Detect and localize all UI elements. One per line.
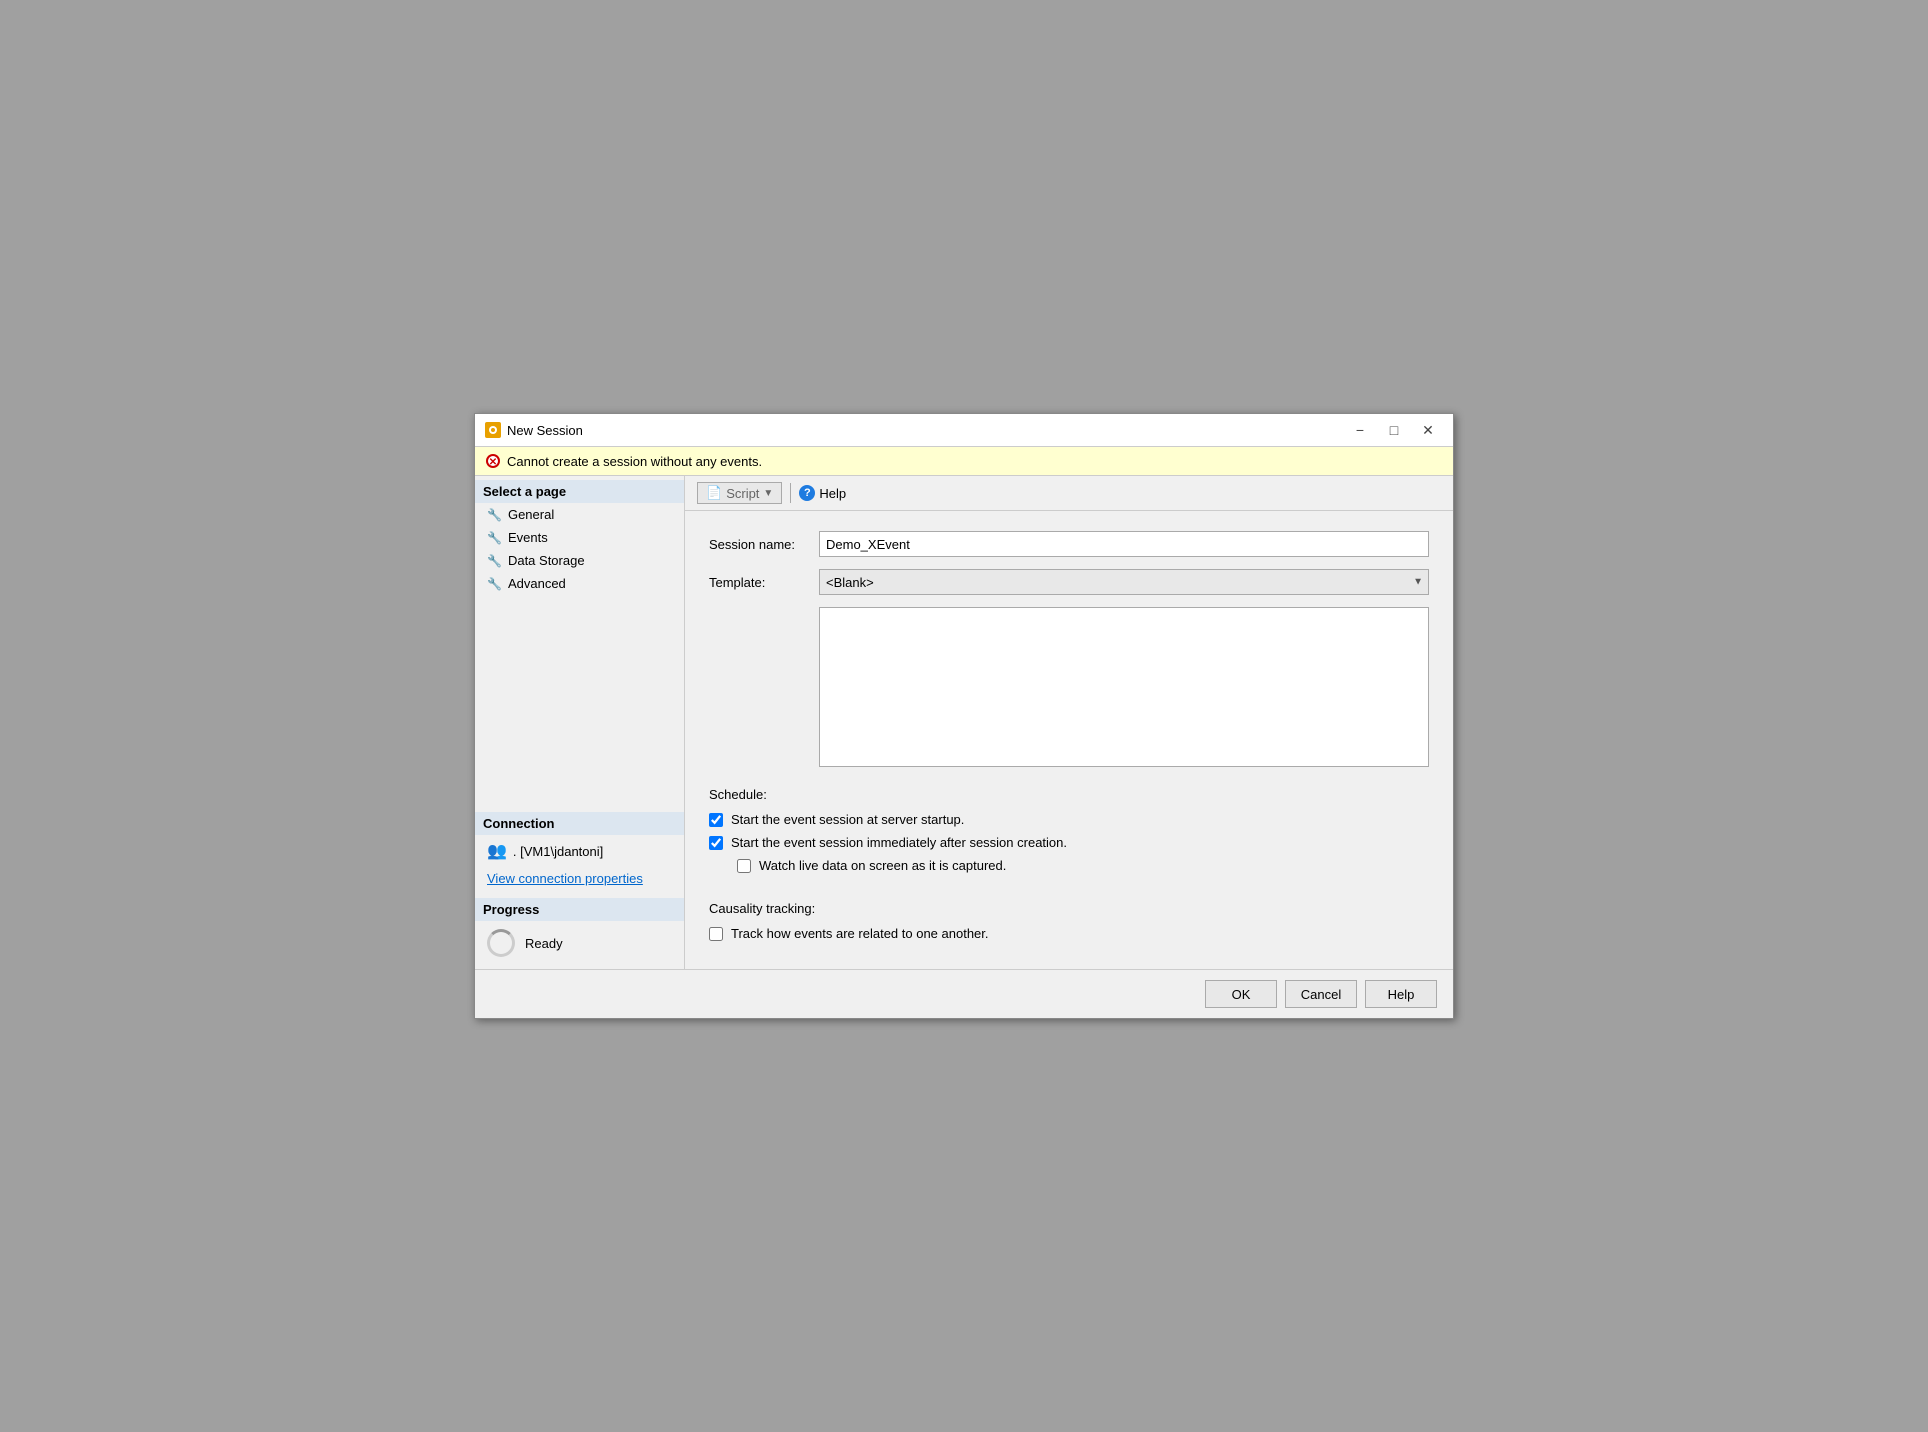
title-bar-controls: − □ ✕ [1345,420,1443,440]
sidebar: Select a page 🔧 General 🔧 Events 🔧 Data … [475,476,685,969]
checkbox-startup-row: Start the event session at server startu… [709,812,1429,827]
select-page-header: Select a page [475,480,684,503]
template-label: Template: [709,575,819,590]
wrench-icon-events: 🔧 [487,531,502,545]
sidebar-item-data-storage[interactable]: 🔧 Data Storage [475,549,684,572]
session-name-label: Session name: [709,537,819,552]
checkbox-startup-label: Start the event session at server startu… [731,812,964,827]
connection-server: . [VM1\jdantoni] [513,844,603,859]
svg-text:✕: ✕ [489,457,497,468]
script-label: Script [726,486,759,501]
minimize-button[interactable]: − [1345,420,1375,440]
checkbox-immediate-row: Start the event session immediately afte… [709,835,1429,850]
main-area: Select a page 🔧 General 🔧 Events 🔧 Data … [475,476,1453,969]
toolbar: 📄 Script ▼ ? Help [685,476,1453,511]
sidebar-item-general[interactable]: 🔧 General [475,503,684,526]
script-icon: 📄 [706,485,722,501]
wrench-icon-datastorage: 🔧 [487,554,502,568]
connection-section: Connection 👥 . [VM1\jdantoni] View conne… [475,808,684,894]
sidebar-label-datastorage: Data Storage [508,553,585,568]
template-select-wrapper: <Blank> ▼ [819,569,1429,595]
template-textarea[interactable] [819,607,1429,767]
app-icon [485,422,501,438]
sidebar-spacer [475,599,684,808]
template-select[interactable]: <Blank> [819,569,1429,595]
progress-section: Progress Ready [475,894,684,969]
sidebar-item-events[interactable]: 🔧 Events [475,526,684,549]
sidebar-label-events: Events [508,530,548,545]
wrench-icon-general: 🔧 [487,508,502,522]
window-title: New Session [507,423,583,438]
title-bar-left: New Session [485,422,583,438]
checkbox-watch[interactable] [737,859,751,873]
connection-item: 👥 . [VM1\jdantoni] [475,835,684,867]
toolbar-divider [790,483,791,503]
wrench-icon-advanced: 🔧 [487,577,502,591]
template-row: Template: <Blank> ▼ [709,569,1429,595]
select-page-section: Select a page 🔧 General 🔧 Events 🔧 Data … [475,476,684,599]
progress-header: Progress [475,898,684,921]
error-icon: ✕ [485,453,501,469]
footer-bar: OK Cancel Help [475,969,1453,1018]
checkbox-watch-row: Watch live data on screen as it is captu… [737,858,1429,873]
error-bar: ✕ Cannot create a session without any ev… [475,447,1453,476]
progress-spinner [487,929,515,957]
progress-status: Ready [525,936,563,951]
help-footer-button[interactable]: Help [1365,980,1437,1008]
sidebar-label-general: General [508,507,554,522]
checkbox-immediate[interactable] [709,836,723,850]
checkbox-track-row: Track how events are related to one anot… [709,926,1429,941]
cancel-button[interactable]: Cancel [1285,980,1357,1008]
connection-icon: 👥 [487,841,507,861]
session-name-input[interactable] [819,531,1429,557]
title-bar: New Session − □ ✕ [475,414,1453,447]
maximize-button[interactable]: □ [1379,420,1409,440]
schedule-label: Schedule: [709,787,1429,802]
connection-header: Connection [475,812,684,835]
sidebar-item-advanced[interactable]: 🔧 Advanced [475,572,684,595]
view-connection-link[interactable]: View connection properties [475,867,684,890]
sidebar-label-advanced: Advanced [508,576,566,591]
template-textarea-row [709,607,1429,767]
checkbox-watch-label: Watch live data on screen as it is captu… [759,858,1006,873]
checkbox-startup[interactable] [709,813,723,827]
progress-item: Ready [475,921,684,965]
help-label: Help [819,486,846,501]
script-dropdown-arrow: ▼ [763,488,773,499]
ok-button[interactable]: OK [1205,980,1277,1008]
checkbox-track-label: Track how events are related to one anot… [731,926,989,941]
session-name-row: Session name: [709,531,1429,557]
help-icon: ? [799,485,815,501]
checkbox-track[interactable] [709,927,723,941]
new-session-dialog: New Session − □ ✕ ✕ Cannot create a sess… [474,413,1454,1019]
help-button[interactable]: ? Help [799,485,846,501]
form-area: Session name: Template: <Blank> ▼ [685,511,1453,969]
error-message: Cannot create a session without any even… [507,454,762,469]
close-button[interactable]: ✕ [1413,420,1443,440]
causality-label: Causality tracking: [709,901,1429,916]
checkbox-immediate-label: Start the event session immediately afte… [731,835,1067,850]
script-button[interactable]: 📄 Script ▼ [697,482,782,504]
content-area: 📄 Script ▼ ? Help Session name: [685,476,1453,969]
